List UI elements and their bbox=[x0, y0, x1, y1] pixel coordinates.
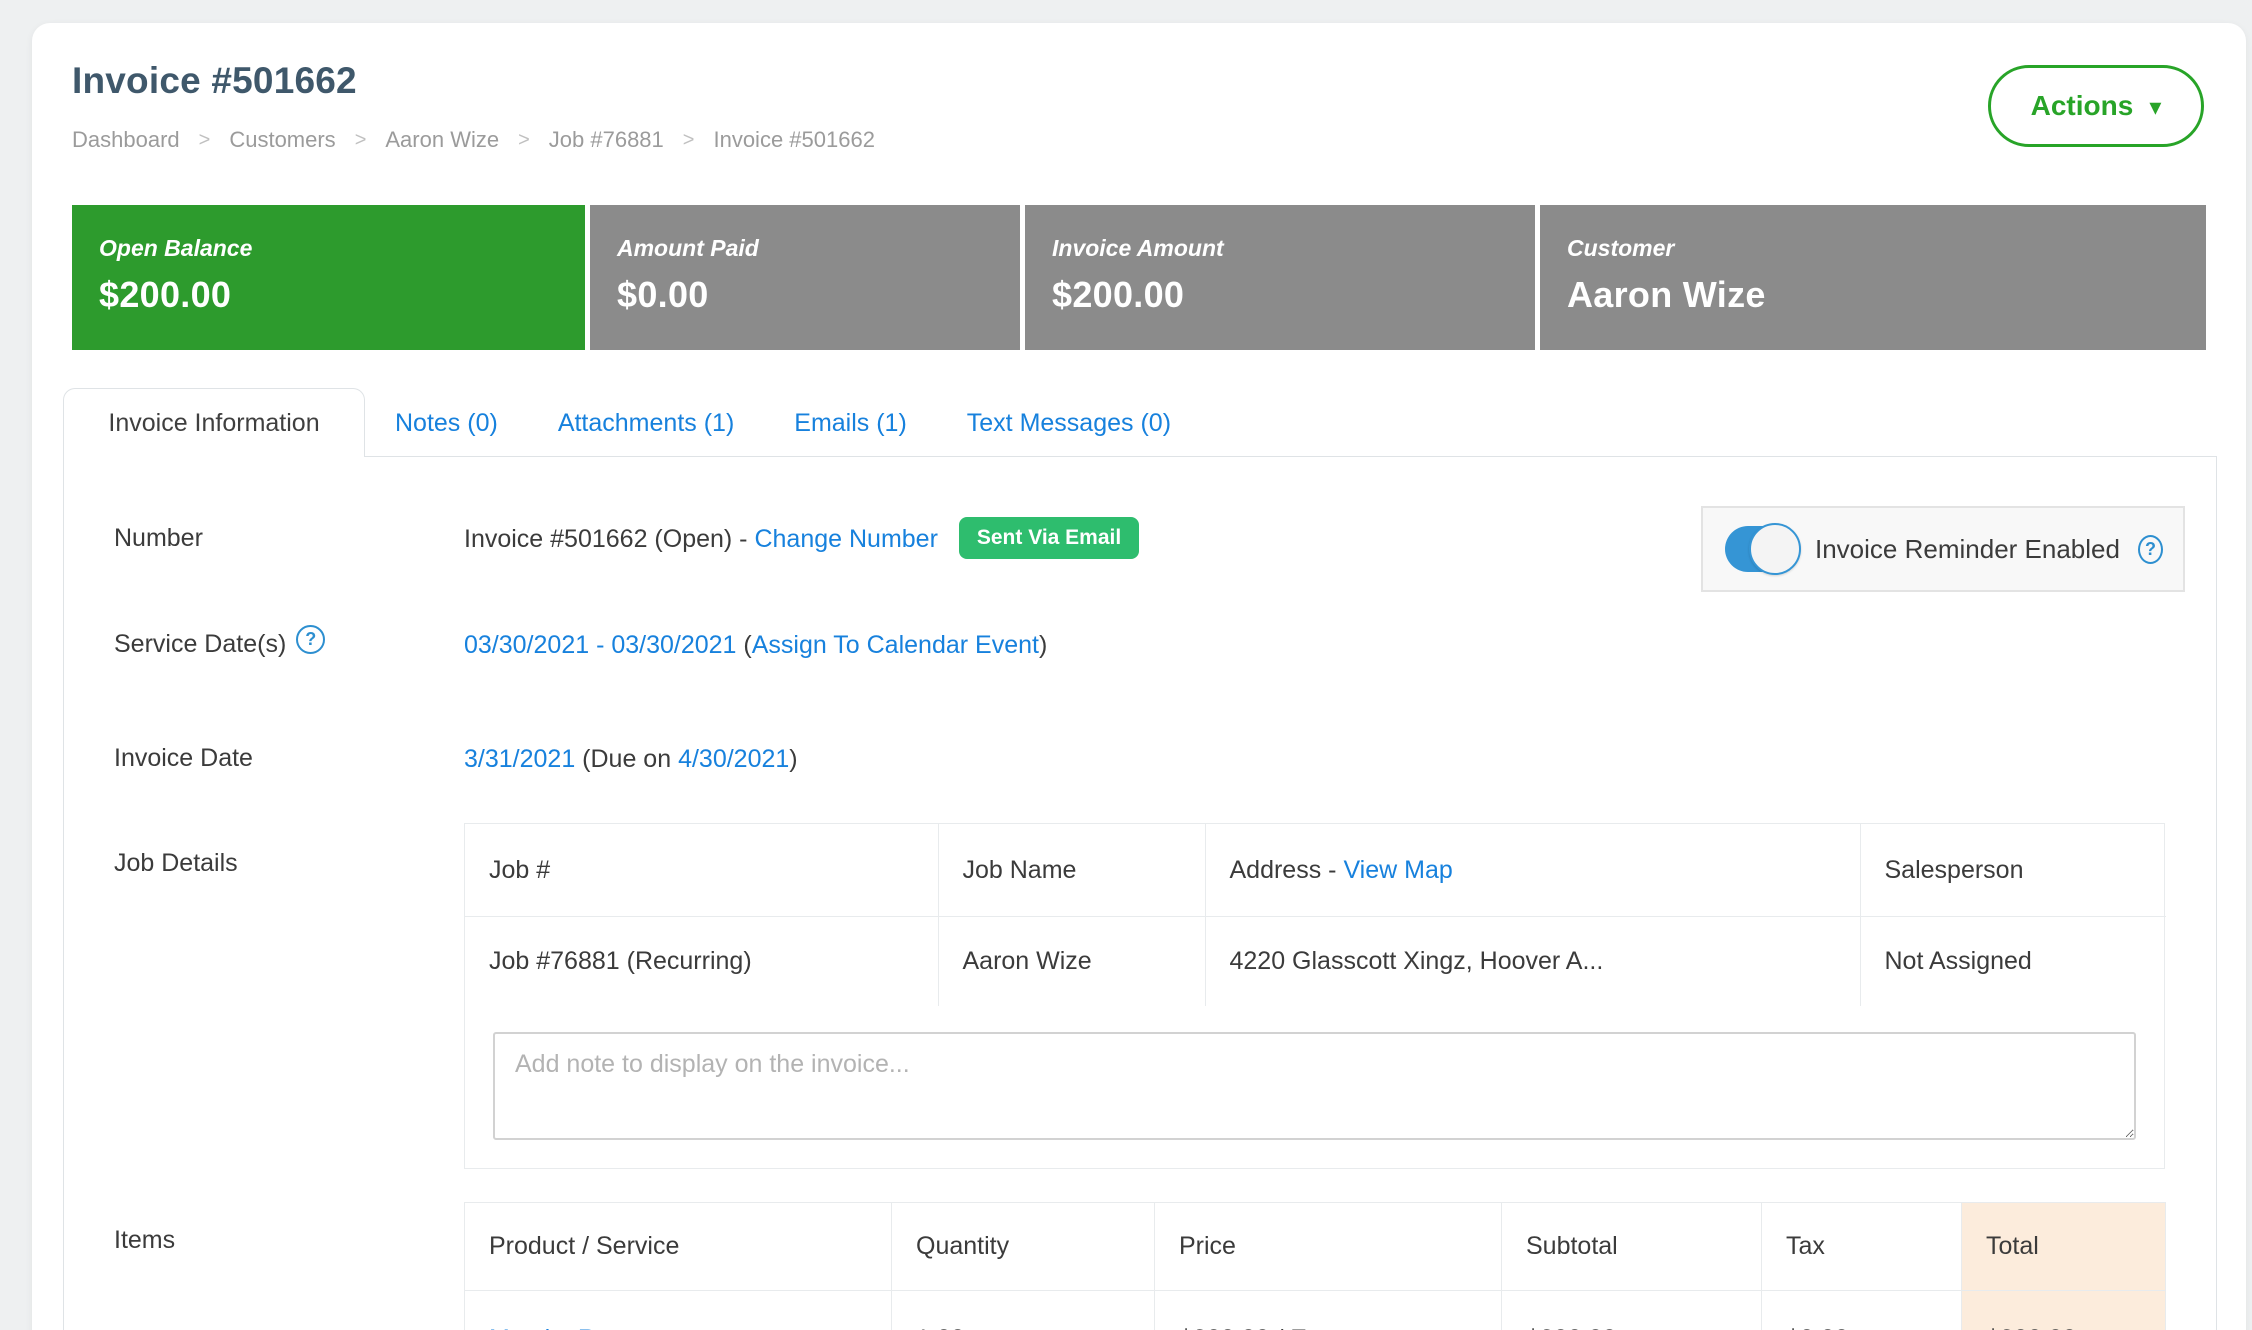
sent-via-email-badge: Sent Via Email bbox=[959, 517, 1139, 559]
page-header: Invoice #501662 Dashboard > Customers > … bbox=[32, 23, 2246, 155]
actions-button-label: Actions bbox=[2031, 90, 2134, 122]
quantity-header: Quantity bbox=[892, 1203, 1155, 1291]
assign-calendar-event-link[interactable]: Assign To Calendar Event bbox=[752, 631, 1039, 659]
stats-bar: Open Balance $200.00 Amount Paid $0.00 I… bbox=[72, 205, 2206, 350]
page-title: Invoice #501662 bbox=[72, 59, 2206, 103]
address-header-text: Address - bbox=[1230, 856, 1344, 884]
price-header: Price bbox=[1155, 1203, 1502, 1291]
service-dates-label: Service Date(s)? bbox=[114, 623, 464, 660]
stat-invoice-amount: Invoice Amount $200.00 bbox=[1025, 205, 1535, 350]
chevron-right-icon: > bbox=[199, 129, 211, 152]
item-product-cell: Monthy Rate bbox=[465, 1291, 892, 1330]
job-details-container: Job # Job Name Address - View Map Salesp… bbox=[464, 823, 2165, 1169]
view-map-link[interactable]: View Map bbox=[1343, 856, 1452, 884]
invoice-reminder-label: Invoice Reminder Enabled bbox=[1815, 534, 2120, 565]
job-address-cell: 4220 Glasscott Xingz, Hoover A... bbox=[1205, 916, 1860, 1006]
paren-close: ) bbox=[1039, 631, 1047, 659]
job-number-cell: Job #76881 (Recurring) bbox=[465, 916, 938, 1006]
stat-label: Customer bbox=[1567, 235, 2206, 262]
invoice-reminder-toggle[interactable] bbox=[1725, 526, 1797, 572]
page: Invoice #501662 Dashboard > Customers > … bbox=[0, 0, 2252, 1330]
number-value: Invoice #501662 (Open) - Change Number S… bbox=[464, 517, 1139, 561]
invoice-date-label: Invoice Date bbox=[114, 737, 464, 773]
stat-value: $200.00 bbox=[99, 274, 585, 316]
item-subtotal-cell: $200.00 bbox=[1502, 1291, 1762, 1330]
item-total-cell: $200.00 bbox=[1962, 1291, 2166, 1330]
items-row: Items Product / Service Quantity Price S… bbox=[64, 1202, 2216, 1330]
subtotal-header: Subtotal bbox=[1502, 1203, 1762, 1291]
invoice-information-panel: Invoice Reminder Enabled ? Number Invoic… bbox=[63, 456, 2217, 1330]
items-header-row: Product / Service Quantity Price Subtota… bbox=[465, 1203, 2166, 1291]
service-dates-row: Service Date(s)? 03/30/2021 - 03/30/2021… bbox=[64, 623, 2216, 667]
tab-notes[interactable]: Notes (0) bbox=[365, 390, 528, 456]
item-quantity-cell: 1.00 bbox=[892, 1291, 1155, 1330]
due-on-text: (Due on bbox=[582, 745, 678, 773]
chevron-right-icon: > bbox=[683, 129, 695, 152]
product-service-header: Product / Service bbox=[465, 1203, 892, 1291]
tab-text-messages[interactable]: Text Messages (0) bbox=[937, 390, 1201, 456]
job-details-label: Job Details bbox=[114, 823, 464, 878]
stat-open-balance: Open Balance $200.00 bbox=[72, 205, 585, 350]
stat-value: $0.00 bbox=[617, 274, 1020, 316]
invoice-card: Invoice #501662 Dashboard > Customers > … bbox=[32, 23, 2246, 1330]
caret-down-icon: ▾ bbox=[2149, 96, 2161, 120]
stat-amount-paid: Amount Paid $0.00 bbox=[590, 205, 1020, 350]
question-mark-icon[interactable]: ? bbox=[2138, 535, 2163, 564]
stat-value: Aaron Wize bbox=[1567, 274, 2206, 316]
tab-bar: Invoice Information Notes (0) Attachment… bbox=[63, 388, 2217, 456]
invoice-note-input[interactable] bbox=[493, 1032, 2136, 1140]
change-number-link[interactable]: Change Number bbox=[754, 525, 937, 553]
stat-label: Invoice Amount bbox=[1052, 235, 1535, 262]
breadcrumb-invoice: Invoice #501662 bbox=[713, 127, 874, 153]
job-name-header: Job Name bbox=[938, 824, 1205, 916]
stat-label: Amount Paid bbox=[617, 235, 1020, 262]
items-label: Items bbox=[114, 1202, 464, 1255]
invoice-number-text: Invoice #501662 (Open) - bbox=[464, 525, 754, 553]
service-dates-value: 03/30/2021 - 03/30/2021 (Assign To Calen… bbox=[464, 623, 1047, 667]
item-tax-cell: $0.00 bbox=[1762, 1291, 1962, 1330]
number-label: Number bbox=[114, 517, 464, 553]
invoice-reminder-box: Invoice Reminder Enabled ? bbox=[1701, 506, 2185, 592]
breadcrumb-customers[interactable]: Customers bbox=[229, 127, 335, 153]
invoice-date-row: Invoice Date 3/31/2021 (Due on 4/30/2021… bbox=[64, 737, 2216, 781]
salesperson-header: Salesperson bbox=[1860, 824, 2166, 916]
job-name-cell: Aaron Wize bbox=[938, 916, 1205, 1006]
address-header: Address - View Map bbox=[1205, 824, 1860, 916]
paren-open: ( bbox=[743, 631, 751, 659]
job-details-table: Job # Job Name Address - View Map Salesp… bbox=[465, 824, 2166, 1006]
service-dates-label-text: Service Date(s) bbox=[114, 630, 286, 658]
service-dates-link[interactable]: 03/30/2021 - 03/30/2021 bbox=[464, 631, 736, 659]
invoice-date-link[interactable]: 3/31/2021 bbox=[464, 745, 575, 773]
due-date-link[interactable]: 4/30/2021 bbox=[678, 745, 789, 773]
item-row: Monthy Rate 1.00 $200.00 / Ea $200.00 $0… bbox=[465, 1291, 2166, 1330]
chevron-right-icon: > bbox=[518, 129, 530, 152]
tab-emails[interactable]: Emails (1) bbox=[764, 390, 937, 456]
job-number-header: Job # bbox=[465, 824, 938, 916]
chevron-right-icon: > bbox=[355, 129, 367, 152]
actions-button[interactable]: Actions ▾ bbox=[1988, 65, 2204, 147]
breadcrumb-dashboard[interactable]: Dashboard bbox=[72, 127, 180, 153]
question-mark-icon[interactable]: ? bbox=[296, 625, 325, 654]
tab-invoice-information[interactable]: Invoice Information bbox=[63, 388, 365, 457]
job-table-row: Job #76881 (Recurring) Aaron Wize 4220 G… bbox=[465, 916, 2166, 1006]
tab-attachments[interactable]: Attachments (1) bbox=[528, 390, 764, 456]
paren-close: ) bbox=[789, 745, 797, 773]
stat-value: $200.00 bbox=[1052, 274, 1535, 316]
total-header: Total bbox=[1962, 1203, 2166, 1291]
stat-label: Open Balance bbox=[99, 235, 585, 262]
breadcrumb-customer-name[interactable]: Aaron Wize bbox=[385, 127, 499, 153]
item-price-cell: $200.00 / Ea bbox=[1155, 1291, 1502, 1330]
toggle-knob bbox=[1749, 523, 1801, 575]
job-salesperson-cell: Not Assigned bbox=[1860, 916, 2166, 1006]
item-product-link[interactable]: Monthy Rate bbox=[489, 1325, 631, 1330]
stat-customer: Customer Aaron Wize bbox=[1540, 205, 2206, 350]
items-table: Product / Service Quantity Price Subtota… bbox=[464, 1202, 2166, 1330]
invoice-date-value: 3/31/2021 (Due on 4/30/2021) bbox=[464, 737, 798, 781]
tax-header: Tax bbox=[1762, 1203, 1962, 1291]
job-details-row: Job Details Job # Job Name Address - Vie… bbox=[64, 823, 2216, 1169]
items-table-container: Product / Service Quantity Price Subtota… bbox=[464, 1202, 2166, 1330]
breadcrumb: Dashboard > Customers > Aaron Wize > Job… bbox=[72, 125, 2206, 155]
job-table-header-row: Job # Job Name Address - View Map Salesp… bbox=[465, 824, 2166, 916]
breadcrumb-job[interactable]: Job #76881 bbox=[549, 127, 664, 153]
